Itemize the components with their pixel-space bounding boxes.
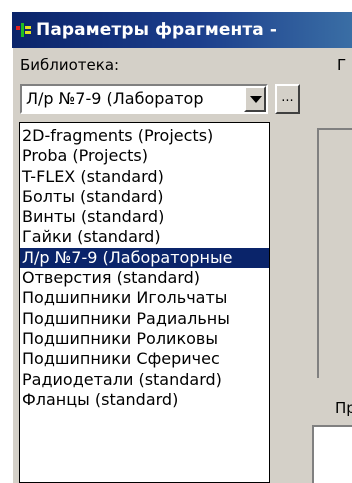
- dropdown-item[interactable]: Подшипники Радиальны: [20, 309, 269, 329]
- window-title: Параметры фрагмента -: [36, 20, 278, 40]
- dropdown-item[interactable]: Подшипники Роликовы: [20, 329, 269, 349]
- dropdown-item[interactable]: 2D-fragments (Projects): [20, 126, 269, 146]
- dropdown-item[interactable]: Отверстия (standard): [20, 268, 269, 288]
- dropdown-item[interactable]: Радиодетали (standard): [20, 370, 269, 390]
- library-combobox[interactable]: Л/р №7-9 (Лаборатор: [20, 84, 268, 114]
- right-panel-label: Г: [337, 56, 347, 74]
- bottom-panel-box: [312, 425, 352, 483]
- bottom-panel-label: Пр: [335, 399, 352, 417]
- library-label: Библиотека:: [20, 56, 120, 74]
- library-selected-value: Л/р №7-9 (Лаборатор: [26, 89, 204, 108]
- dropdown-item[interactable]: Подшипники Сферичес: [20, 349, 269, 369]
- dropdown-item[interactable]: Фланцы (standard): [20, 390, 269, 410]
- dropdown-item[interactable]: Болты (standard): [20, 187, 269, 207]
- library-dropdown-list[interactable]: 2D-fragments (Projects) Proba (Projects) T…: [19, 122, 270, 483]
- right-group-box: [317, 128, 352, 378]
- dropdown-item[interactable]: T-FLEX (standard): [20, 167, 269, 187]
- dropdown-item[interactable]: Винты (standard): [20, 207, 269, 227]
- dropdown-button[interactable]: [244, 86, 266, 112]
- dropdown-item[interactable]: Подшипники Игольчаты: [20, 288, 269, 308]
- browse-button[interactable]: ...: [275, 84, 300, 114]
- dropdown-item[interactable]: Proba (Projects): [20, 146, 269, 166]
- chevron-down-icon: [250, 96, 262, 103]
- title-bar[interactable]: Параметры фрагмента -: [12, 12, 352, 48]
- app-icon: [16, 23, 31, 37]
- dropdown-item[interactable]: Гайки (standard): [20, 227, 269, 247]
- dropdown-item[interactable]: Л/р №7-9 (Лабораторные: [20, 247, 269, 269]
